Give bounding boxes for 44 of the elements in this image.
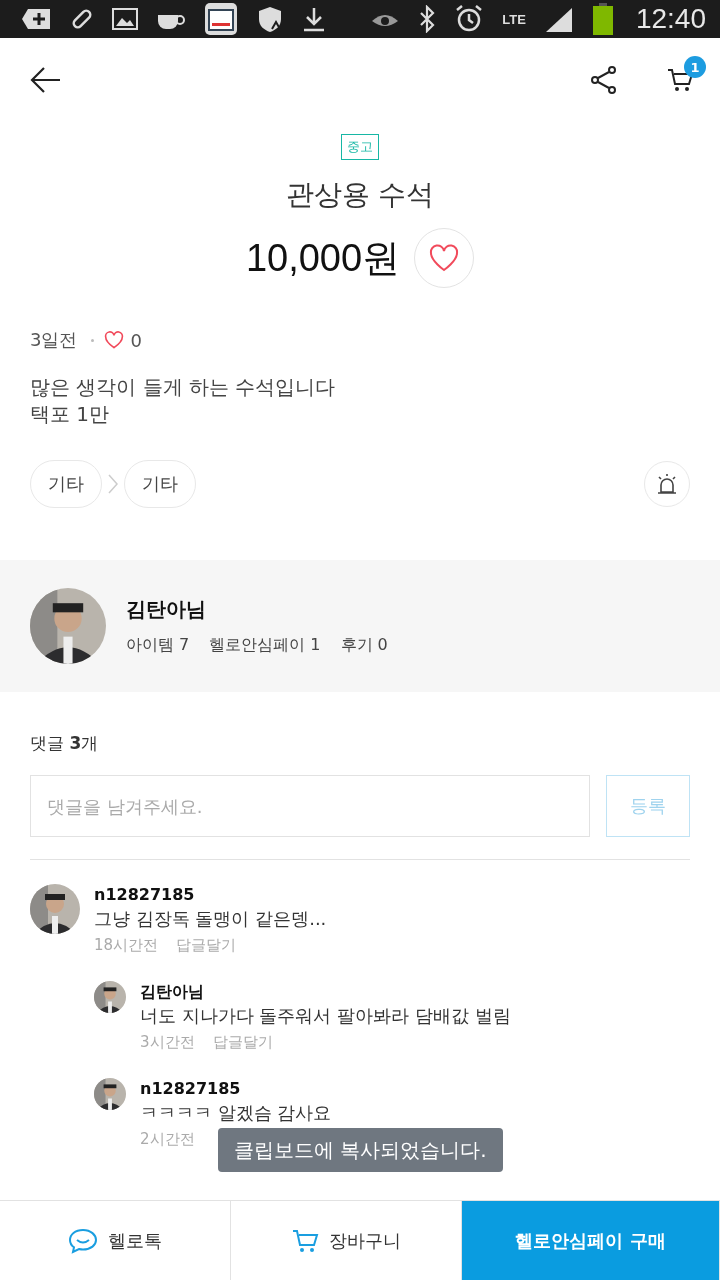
- like-count: 0: [130, 329, 142, 351]
- add-tag-icon: [22, 7, 52, 31]
- comment-author: n12827185: [140, 1078, 242, 1100]
- product-description: 많은 생각이 들게 하는 수석입니다 택포 1만: [30, 374, 337, 428]
- chat-bubble-icon: [68, 1227, 98, 1254]
- cart-icon: [666, 66, 694, 94]
- comment-time: 2시간전: [140, 1130, 195, 1149]
- comment-time: 18시간전: [94, 936, 159, 955]
- network-type: LTE: [502, 11, 526, 27]
- comment-text: 너도 지나가다 돌주워서 팔아봐라 담배값 벌림: [140, 1004, 511, 1028]
- seller-stat: 헬로안심페이 1: [209, 635, 321, 656]
- comment-input[interactable]: 댓글을 남겨주세요.: [30, 775, 590, 837]
- comment-author: n12827185: [94, 884, 196, 906]
- share-icon: [590, 65, 618, 95]
- heart-icon: [104, 331, 125, 349]
- pill-icon: [70, 7, 94, 31]
- comment-author: 김탄아님: [140, 981, 205, 1003]
- siren-icon: [655, 472, 679, 496]
- condition-tag: 중고: [341, 134, 379, 160]
- category-chip[interactable]: 기타: [124, 460, 196, 508]
- comment-count: 댓글 3개: [30, 732, 100, 755]
- product-title: 관상용 수석: [285, 177, 435, 213]
- posted-time: 3일전: [30, 328, 78, 352]
- image-icon: [112, 8, 138, 30]
- seller-name: 김탄아님: [126, 596, 207, 623]
- seller-stat: 아이템 7: [126, 635, 190, 656]
- comment-time: 3시간전: [140, 1033, 195, 1052]
- chevron-right-icon: [108, 474, 118, 494]
- product-price: 10,000원: [245, 235, 401, 281]
- cart-count-badge: 1: [684, 56, 706, 78]
- seller-stat: 후기 0: [340, 635, 388, 656]
- category-chip[interactable]: 기타: [30, 460, 102, 508]
- comment-text: 그냥 김장독 돌맹이 같은뎅...: [94, 907, 327, 931]
- box-icon: [204, 2, 238, 36]
- report-button[interactable]: [644, 461, 690, 507]
- bluetooth-icon: [418, 5, 437, 33]
- download-icon: [302, 6, 326, 32]
- arrow-left-icon: [30, 66, 62, 94]
- heart-icon: [429, 244, 460, 272]
- battery-icon: [591, 3, 614, 35]
- comment-text: ㅋㅋㅋㅋ 알겠슴 감사요: [140, 1101, 332, 1125]
- shield-icon: [256, 5, 284, 33]
- clipboard-toast: 클립보드에 복사되었습니다.: [218, 1128, 503, 1172]
- clock-time: 12:40: [635, 3, 706, 35]
